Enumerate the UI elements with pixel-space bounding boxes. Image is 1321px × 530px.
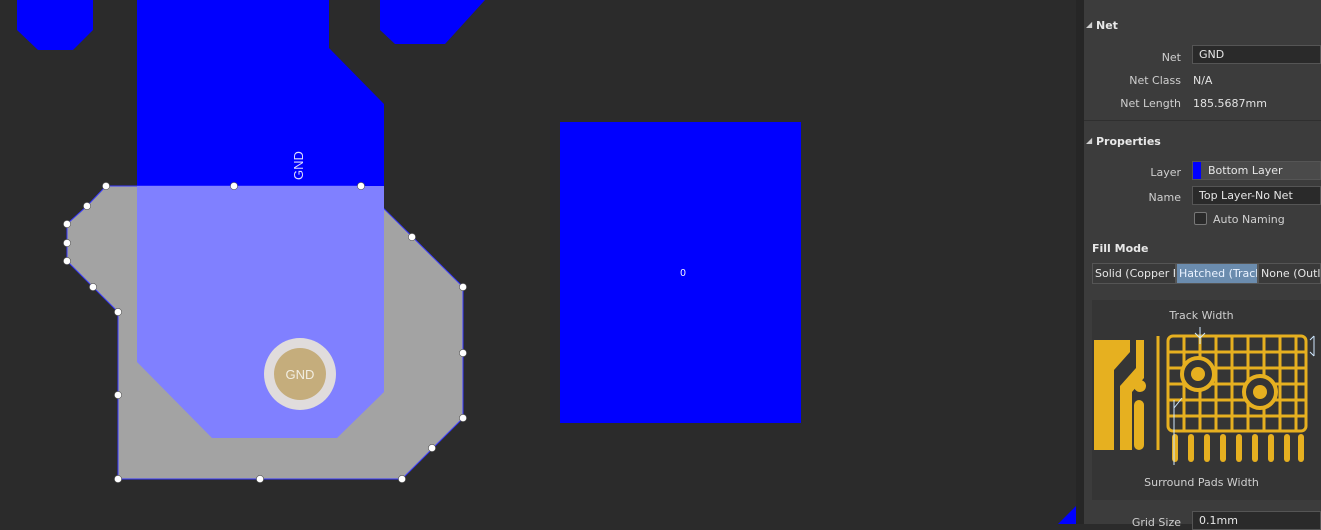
hatched-fill-illustration: Track Width Surround Pads Width [1092, 300, 1321, 500]
via-marker: 0 [680, 268, 686, 279]
net-label-vertical: GND [291, 151, 306, 180]
copper-pad-topleft[interactable] [17, 0, 93, 50]
vertex-handle[interactable] [398, 475, 406, 483]
grid-size-label: Grid Size [1131, 516, 1181, 529]
vertex-handle[interactable] [89, 283, 97, 291]
vertex-handle[interactable] [102, 182, 110, 190]
collapse-triangle-icon[interactable]: ◢ [1086, 136, 1092, 145]
net-class-label: Net Class [1129, 74, 1181, 87]
vertex-handle[interactable] [114, 475, 122, 483]
vertex-handle[interactable] [114, 391, 122, 399]
copper-corner-bottomright [1058, 506, 1076, 524]
auto-naming-checkbox[interactable] [1194, 212, 1207, 225]
fill-mode-hatched-option[interactable]: Hatched (Tracks [1176, 263, 1258, 284]
vertex-handle[interactable] [428, 444, 436, 452]
section-divider [1084, 120, 1321, 121]
layer-color-swatch [1193, 162, 1201, 179]
layer-label: Layer [1150, 166, 1181, 179]
vertex-handle[interactable] [459, 414, 467, 422]
surround-pads-width-label: Surround Pads Width [1144, 476, 1259, 489]
name-field[interactable]: Top Layer-No Net [1192, 186, 1321, 205]
vertex-handle[interactable] [63, 220, 71, 228]
grid-size-field[interactable]: 0.1mm [1192, 511, 1321, 530]
vertex-handle[interactable] [459, 283, 467, 291]
hatch-diagram-icon [1094, 327, 1315, 465]
net-field[interactable]: GND [1192, 45, 1321, 64]
fill-mode-none-option[interactable]: None (Outli [1258, 263, 1321, 284]
fill-mode-title: Fill Mode [1092, 242, 1149, 255]
properties-section-title: Properties [1096, 135, 1161, 148]
vertex-handle[interactable] [83, 202, 91, 210]
fill-mode-solid-option[interactable]: Solid (Copper R [1092, 263, 1176, 284]
properties-panel: ◢ Net Net GND Net Class N/A Net Length 1… [1084, 0, 1321, 530]
layer-dropdown[interactable]: Bottom Layer [1192, 161, 1321, 180]
net-length-label: Net Length [1120, 97, 1181, 110]
net-length-value: 185.5687mm [1193, 97, 1267, 110]
layer-value: Bottom Layer [1208, 164, 1283, 177]
copper-trace-gnd[interactable] [137, 0, 384, 186]
panel-splitter[interactable] [1076, 0, 1084, 524]
pcb-canvas[interactable]: GND GND 0 [0, 0, 1076, 524]
vertex-handle[interactable] [63, 239, 71, 247]
net-section-header[interactable]: ◢ Net [1084, 16, 1321, 36]
vertex-handle[interactable] [114, 308, 122, 316]
properties-section-header[interactable]: ◢ Properties [1084, 132, 1321, 152]
vertex-handle[interactable] [230, 182, 238, 190]
auto-naming-label: Auto Naming [1213, 213, 1285, 226]
pad-label: GND [286, 367, 315, 382]
vertex-handle[interactable] [357, 182, 365, 190]
net-class-value: N/A [1193, 74, 1213, 87]
net-label: Net [1161, 51, 1181, 64]
copper-pad-topcenter[interactable] [380, 0, 485, 44]
net-section-title: Net [1096, 19, 1118, 32]
name-label: Name [1148, 191, 1181, 204]
pcb-drawing[interactable]: GND GND 0 [0, 0, 1076, 524]
collapse-triangle-icon[interactable]: ◢ [1086, 20, 1092, 29]
vertex-handle[interactable] [408, 233, 416, 241]
vertex-handle[interactable] [459, 349, 467, 357]
vertex-handle[interactable] [63, 257, 71, 265]
vertex-handle[interactable] [256, 475, 264, 483]
